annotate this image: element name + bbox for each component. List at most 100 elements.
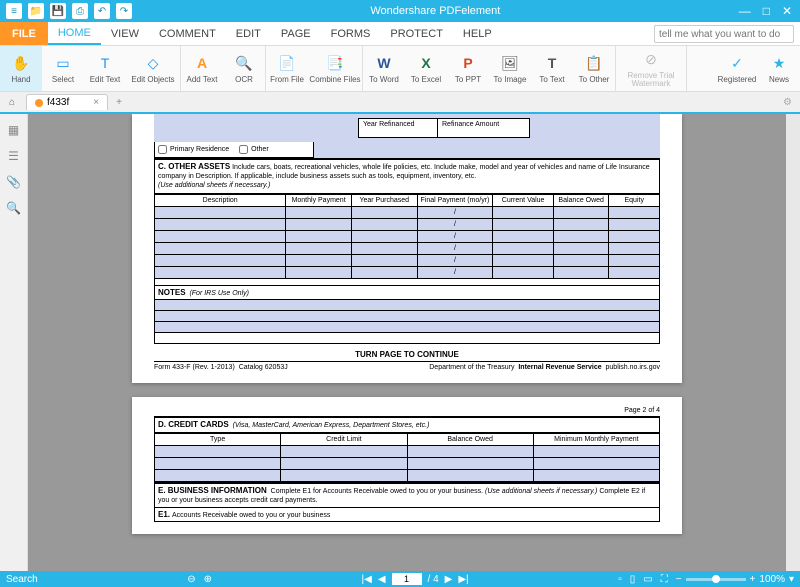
undo-icon[interactable]: ↶ <box>94 3 110 19</box>
nav-prev-icon[interactable]: ◀ <box>378 574 386 585</box>
menu-edit[interactable]: EDIT <box>226 22 271 45</box>
view-fullscreen-icon[interactable]: ⛶ <box>661 574 668 585</box>
menu-comment[interactable]: COMMENT <box>149 22 226 45</box>
primary-residence-checkbox[interactable]: Primary Residence <box>158 145 229 154</box>
menu-protect[interactable]: PROTECT <box>380 22 453 45</box>
nav-first-icon[interactable]: |◀ <box>362 574 372 585</box>
menu-forms[interactable]: FORMS <box>321 22 381 45</box>
e1-row: E1. Accounts Receivable owed to you or y… <box>154 508 660 522</box>
menu-home[interactable]: HOME <box>48 22 101 45</box>
news-button[interactable]: ★News <box>758 46 800 91</box>
other-icon: 📋 <box>584 53 604 73</box>
select-tool[interactable]: ▭Select <box>42 46 84 91</box>
page-viewer[interactable]: Year Refinanced Refinance Amount Primary… <box>28 114 786 571</box>
other-checkbox[interactable]: Other <box>239 145 269 154</box>
news-icon: ★ <box>769 53 789 73</box>
nav-last-icon[interactable]: ▶| <box>458 574 468 585</box>
print-icon[interactable]: ⎙ <box>72 3 88 19</box>
maximize-button[interactable]: □ <box>763 4 770 18</box>
to-excel-button[interactable]: XTo Excel <box>405 46 447 91</box>
notes-header: NOTES (For IRS Use Only) <box>154 285 660 300</box>
ppt-icon: P <box>458 53 478 73</box>
text-icon: T <box>542 53 562 73</box>
zoom-in-status-icon[interactable]: ⊕ <box>204 574 212 585</box>
redo-icon[interactable]: ↷ <box>116 3 132 19</box>
registered-button[interactable]: ✓Registered <box>716 46 758 91</box>
doc-icon <box>35 99 43 107</box>
settings-gear-icon[interactable]: ⚙ <box>783 97 792 108</box>
add-text-button[interactable]: AAdd Text <box>181 46 223 91</box>
menu-view[interactable]: VIEW <box>101 22 149 45</box>
menu-help[interactable]: HELP <box>453 22 502 45</box>
edit-objects-icon: ◇ <box>143 53 163 73</box>
zoom-slider[interactable] <box>686 578 746 581</box>
app-title: Wondershare PDFelement <box>132 5 739 17</box>
image-icon: 🖼 <box>500 53 520 73</box>
ocr-icon: 🔍 <box>234 53 254 73</box>
minimize-button[interactable]: — <box>739 4 751 18</box>
thumbnails-icon[interactable]: ▦ <box>6 122 22 138</box>
menu-page[interactable]: PAGE <box>271 22 321 45</box>
pdf-page-1: Year Refinanced Refinance Amount Primary… <box>132 114 682 383</box>
tab-close-button[interactable]: × <box>93 97 99 108</box>
combine-icon: 📑 <box>325 53 345 73</box>
to-word-button[interactable]: WTo Word <box>363 46 405 91</box>
select-icon: ▭ <box>53 53 73 73</box>
document-tab[interactable]: f433f × <box>26 94 108 110</box>
app-icon: ≡ <box>6 3 22 19</box>
to-ppt-button[interactable]: PTo PPT <box>447 46 489 91</box>
open-icon[interactable]: 📁 <box>28 3 44 19</box>
word-icon: W <box>374 53 394 73</box>
new-tab-button[interactable]: + <box>108 97 130 108</box>
zoom-minus-icon[interactable]: − <box>676 574 682 585</box>
zoom-level-label: 100% <box>759 574 785 585</box>
view-continuous-icon[interactable]: ▯ <box>630 574 636 585</box>
other-assets-table: Description Monthly Payment Year Purchas… <box>154 194 660 279</box>
registered-icon: ✓ <box>727 53 747 73</box>
watermark-icon: ⊘ <box>641 50 661 70</box>
remove-watermark-button[interactable]: ⊘Remove Trial Watermark <box>616 46 686 91</box>
tab-home-icon[interactable]: ⌂ <box>0 97 24 108</box>
section-d-header: D. CREDIT CARDS (Visa, MasterCard, Ameri… <box>154 416 660 433</box>
section-e-header: E. BUSINESS INFORMATION Complete E1 for … <box>154 482 660 508</box>
status-search[interactable]: Search <box>6 574 38 585</box>
vertical-scrollbar[interactable] <box>786 114 800 571</box>
year-refinanced-label: Year Refinanced <box>358 118 438 138</box>
section-c-header: C. OTHER ASSETS Include cars, boats, rec… <box>154 158 660 194</box>
from-file-button[interactable]: 📄From File <box>266 46 308 91</box>
hand-icon: ✋ <box>11 53 31 73</box>
zoom-dropdown-icon[interactable]: ▾ <box>789 574 794 585</box>
combine-files-button[interactable]: 📑Combine Files <box>308 46 362 91</box>
page-footer: Form 433-F (Rev. 1-2013) Catalog 62053J … <box>154 361 660 371</box>
close-button[interactable]: ✕ <box>782 4 792 18</box>
edit-objects-tool[interactable]: ◇Edit Objects <box>126 46 180 91</box>
attachments-icon[interactable]: 📎 <box>6 174 22 190</box>
to-other-button[interactable]: 📋To Other <box>573 46 615 91</box>
view-facing-icon[interactable]: ▭ <box>643 574 652 585</box>
to-text-button[interactable]: TTo Text <box>531 46 573 91</box>
hand-tool[interactable]: ✋Hand <box>0 46 42 91</box>
search-panel-icon[interactable]: 🔍 <box>6 200 22 216</box>
view-single-icon[interactable]: ▫ <box>618 574 622 585</box>
edit-text-tool[interactable]: TEdit Text <box>84 46 126 91</box>
save-icon[interactable]: 💾 <box>50 3 66 19</box>
zoom-plus-icon[interactable]: + <box>750 574 756 585</box>
add-text-icon: A <box>192 53 212 73</box>
edit-text-icon: T <box>95 53 115 73</box>
zoom-out-status-icon[interactable]: ⊖ <box>187 574 195 585</box>
ocr-button[interactable]: 🔍OCR <box>223 46 265 91</box>
refinance-amount-label: Refinance Amount <box>438 118 530 138</box>
file-menu[interactable]: FILE <box>0 22 48 45</box>
tellme-search[interactable] <box>654 25 794 43</box>
pdf-page-2: Page 2 of 4 D. CREDIT CARDS (Visa, Maste… <box>132 397 682 535</box>
from-file-icon: 📄 <box>277 53 297 73</box>
doc-tab-label: f433f <box>47 97 69 108</box>
bookmarks-icon[interactable]: ☰ <box>6 148 22 164</box>
notes-lines <box>154 300 660 344</box>
page-total-label: / 4 <box>428 574 439 585</box>
to-image-button[interactable]: 🖼To Image <box>489 46 531 91</box>
page-number-label: Page 2 of 4 <box>154 405 660 416</box>
turn-page-text: TURN PAGE TO CONTINUE <box>154 344 660 361</box>
nav-next-icon[interactable]: ▶ <box>445 574 453 585</box>
page-number-input[interactable] <box>392 573 422 585</box>
